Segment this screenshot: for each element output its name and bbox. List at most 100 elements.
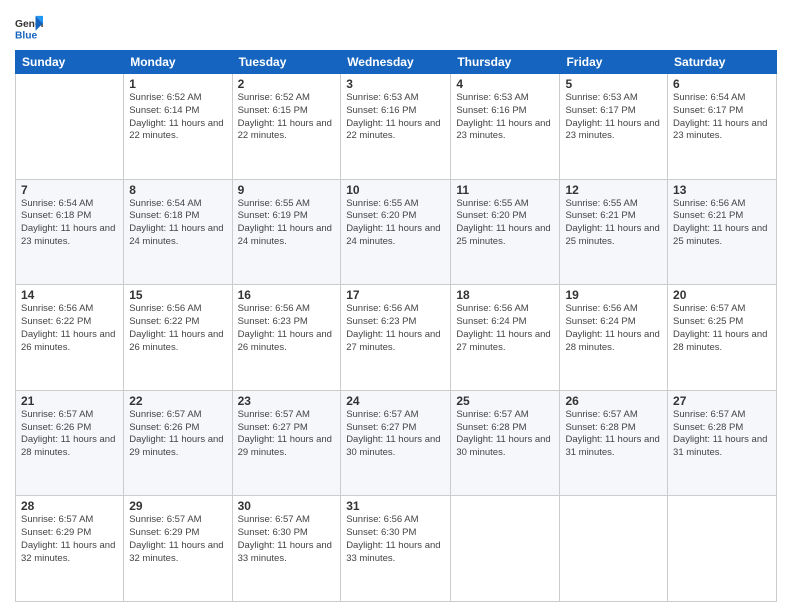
day-info: Sunrise: 6:57 AMSunset: 6:26 PMDaylight:… — [129, 409, 223, 458]
day-number: 22 — [129, 394, 226, 408]
day-info: Sunrise: 6:53 AMSunset: 6:16 PMDaylight:… — [346, 92, 440, 141]
day-number: 21 — [21, 394, 118, 408]
day-number: 20 — [673, 288, 771, 302]
calendar-week-row: 14 Sunrise: 6:56 AMSunset: 6:22 PMDaylig… — [16, 285, 777, 391]
day-info: Sunrise: 6:56 AMSunset: 6:21 PMDaylight:… — [673, 198, 767, 247]
day-number: 5 — [565, 77, 662, 91]
calendar-day-cell: 19 Sunrise: 6:56 AMSunset: 6:24 PMDaylig… — [560, 285, 668, 391]
day-info: Sunrise: 6:56 AMSunset: 6:23 PMDaylight:… — [238, 303, 332, 352]
calendar-day-cell: 30 Sunrise: 6:57 AMSunset: 6:30 PMDaylig… — [232, 496, 341, 602]
weekday-header: Friday — [560, 51, 668, 74]
day-number: 29 — [129, 499, 226, 513]
calendar-day-cell: 11 Sunrise: 6:55 AMSunset: 6:20 PMDaylig… — [451, 179, 560, 285]
day-info: Sunrise: 6:55 AMSunset: 6:19 PMDaylight:… — [238, 198, 332, 247]
page: General Blue SundayMondayTuesdayWednesda… — [0, 0, 792, 612]
calendar-day-cell: 21 Sunrise: 6:57 AMSunset: 6:26 PMDaylig… — [16, 390, 124, 496]
day-info: Sunrise: 6:54 AMSunset: 6:18 PMDaylight:… — [129, 198, 223, 247]
weekday-header: Wednesday — [341, 51, 451, 74]
day-number: 2 — [238, 77, 336, 91]
day-number: 11 — [456, 183, 554, 197]
logo-icon: General Blue — [15, 14, 43, 42]
day-info: Sunrise: 6:56 AMSunset: 6:24 PMDaylight:… — [456, 303, 550, 352]
day-info: Sunrise: 6:57 AMSunset: 6:27 PMDaylight:… — [238, 409, 332, 458]
day-info: Sunrise: 6:57 AMSunset: 6:25 PMDaylight:… — [673, 303, 767, 352]
weekday-header: Tuesday — [232, 51, 341, 74]
weekday-header: Sunday — [16, 51, 124, 74]
calendar-day-cell: 27 Sunrise: 6:57 AMSunset: 6:28 PMDaylig… — [668, 390, 777, 496]
calendar-day-cell: 12 Sunrise: 6:55 AMSunset: 6:21 PMDaylig… — [560, 179, 668, 285]
day-info: Sunrise: 6:54 AMSunset: 6:17 PMDaylight:… — [673, 92, 767, 141]
calendar-day-cell: 6 Sunrise: 6:54 AMSunset: 6:17 PMDayligh… — [668, 74, 777, 180]
header: General Blue — [15, 10, 777, 42]
day-info: Sunrise: 6:53 AMSunset: 6:16 PMDaylight:… — [456, 92, 550, 141]
calendar-day-cell: 3 Sunrise: 6:53 AMSunset: 6:16 PMDayligh… — [341, 74, 451, 180]
day-info: Sunrise: 6:52 AMSunset: 6:15 PMDaylight:… — [238, 92, 332, 141]
calendar-day-cell: 8 Sunrise: 6:54 AMSunset: 6:18 PMDayligh… — [124, 179, 232, 285]
day-number: 15 — [129, 288, 226, 302]
day-info: Sunrise: 6:57 AMSunset: 6:30 PMDaylight:… — [238, 514, 332, 563]
day-number: 19 — [565, 288, 662, 302]
day-number: 14 — [21, 288, 118, 302]
day-info: Sunrise: 6:54 AMSunset: 6:18 PMDaylight:… — [21, 198, 115, 247]
day-info: Sunrise: 6:52 AMSunset: 6:14 PMDaylight:… — [129, 92, 223, 141]
day-number: 3 — [346, 77, 445, 91]
svg-text:Blue: Blue — [15, 30, 38, 41]
day-info: Sunrise: 6:55 AMSunset: 6:21 PMDaylight:… — [565, 198, 659, 247]
calendar-day-cell — [560, 496, 668, 602]
day-number: 27 — [673, 394, 771, 408]
day-number: 28 — [21, 499, 118, 513]
day-number: 12 — [565, 183, 662, 197]
day-number: 30 — [238, 499, 336, 513]
calendar-day-cell: 9 Sunrise: 6:55 AMSunset: 6:19 PMDayligh… — [232, 179, 341, 285]
calendar-day-cell: 16 Sunrise: 6:56 AMSunset: 6:23 PMDaylig… — [232, 285, 341, 391]
day-number: 16 — [238, 288, 336, 302]
calendar-day-cell: 23 Sunrise: 6:57 AMSunset: 6:27 PMDaylig… — [232, 390, 341, 496]
calendar-day-cell: 22 Sunrise: 6:57 AMSunset: 6:26 PMDaylig… — [124, 390, 232, 496]
calendar-day-cell: 18 Sunrise: 6:56 AMSunset: 6:24 PMDaylig… — [451, 285, 560, 391]
day-number: 31 — [346, 499, 445, 513]
day-info: Sunrise: 6:57 AMSunset: 6:26 PMDaylight:… — [21, 409, 115, 458]
calendar-week-row: 7 Sunrise: 6:54 AMSunset: 6:18 PMDayligh… — [16, 179, 777, 285]
day-info: Sunrise: 6:57 AMSunset: 6:28 PMDaylight:… — [456, 409, 550, 458]
calendar-day-cell: 25 Sunrise: 6:57 AMSunset: 6:28 PMDaylig… — [451, 390, 560, 496]
day-number: 8 — [129, 183, 226, 197]
day-number: 26 — [565, 394, 662, 408]
day-number: 13 — [673, 183, 771, 197]
day-info: Sunrise: 6:57 AMSunset: 6:28 PMDaylight:… — [565, 409, 659, 458]
weekday-header: Saturday — [668, 51, 777, 74]
day-info: Sunrise: 6:57 AMSunset: 6:27 PMDaylight:… — [346, 409, 440, 458]
calendar-day-cell: 31 Sunrise: 6:56 AMSunset: 6:30 PMDaylig… — [341, 496, 451, 602]
day-number: 23 — [238, 394, 336, 408]
weekday-header: Thursday — [451, 51, 560, 74]
calendar-day-cell — [451, 496, 560, 602]
day-number: 24 — [346, 394, 445, 408]
calendar-day-cell: 14 Sunrise: 6:56 AMSunset: 6:22 PMDaylig… — [16, 285, 124, 391]
day-info: Sunrise: 6:56 AMSunset: 6:22 PMDaylight:… — [129, 303, 223, 352]
calendar-day-cell: 24 Sunrise: 6:57 AMSunset: 6:27 PMDaylig… — [341, 390, 451, 496]
calendar-header-row: SundayMondayTuesdayWednesdayThursdayFrid… — [16, 51, 777, 74]
day-info: Sunrise: 6:55 AMSunset: 6:20 PMDaylight:… — [456, 198, 550, 247]
calendar-week-row: 1 Sunrise: 6:52 AMSunset: 6:14 PMDayligh… — [16, 74, 777, 180]
day-number: 9 — [238, 183, 336, 197]
calendar-week-row: 28 Sunrise: 6:57 AMSunset: 6:29 PMDaylig… — [16, 496, 777, 602]
calendar-day-cell: 26 Sunrise: 6:57 AMSunset: 6:28 PMDaylig… — [560, 390, 668, 496]
calendar-day-cell — [668, 496, 777, 602]
day-info: Sunrise: 6:56 AMSunset: 6:23 PMDaylight:… — [346, 303, 440, 352]
day-number: 6 — [673, 77, 771, 91]
calendar-day-cell: 2 Sunrise: 6:52 AMSunset: 6:15 PMDayligh… — [232, 74, 341, 180]
day-number: 4 — [456, 77, 554, 91]
weekday-header: Monday — [124, 51, 232, 74]
day-info: Sunrise: 6:56 AMSunset: 6:24 PMDaylight:… — [565, 303, 659, 352]
calendar-day-cell: 1 Sunrise: 6:52 AMSunset: 6:14 PMDayligh… — [124, 74, 232, 180]
day-info: Sunrise: 6:56 AMSunset: 6:30 PMDaylight:… — [346, 514, 440, 563]
calendar-day-cell: 5 Sunrise: 6:53 AMSunset: 6:17 PMDayligh… — [560, 74, 668, 180]
day-number: 1 — [129, 77, 226, 91]
day-info: Sunrise: 6:57 AMSunset: 6:28 PMDaylight:… — [673, 409, 767, 458]
calendar-table: SundayMondayTuesdayWednesdayThursdayFrid… — [15, 50, 777, 602]
calendar-day-cell: 15 Sunrise: 6:56 AMSunset: 6:22 PMDaylig… — [124, 285, 232, 391]
calendar-day-cell: 4 Sunrise: 6:53 AMSunset: 6:16 PMDayligh… — [451, 74, 560, 180]
calendar-day-cell: 28 Sunrise: 6:57 AMSunset: 6:29 PMDaylig… — [16, 496, 124, 602]
calendar-week-row: 21 Sunrise: 6:57 AMSunset: 6:26 PMDaylig… — [16, 390, 777, 496]
calendar-day-cell: 29 Sunrise: 6:57 AMSunset: 6:29 PMDaylig… — [124, 496, 232, 602]
calendar-day-cell: 20 Sunrise: 6:57 AMSunset: 6:25 PMDaylig… — [668, 285, 777, 391]
